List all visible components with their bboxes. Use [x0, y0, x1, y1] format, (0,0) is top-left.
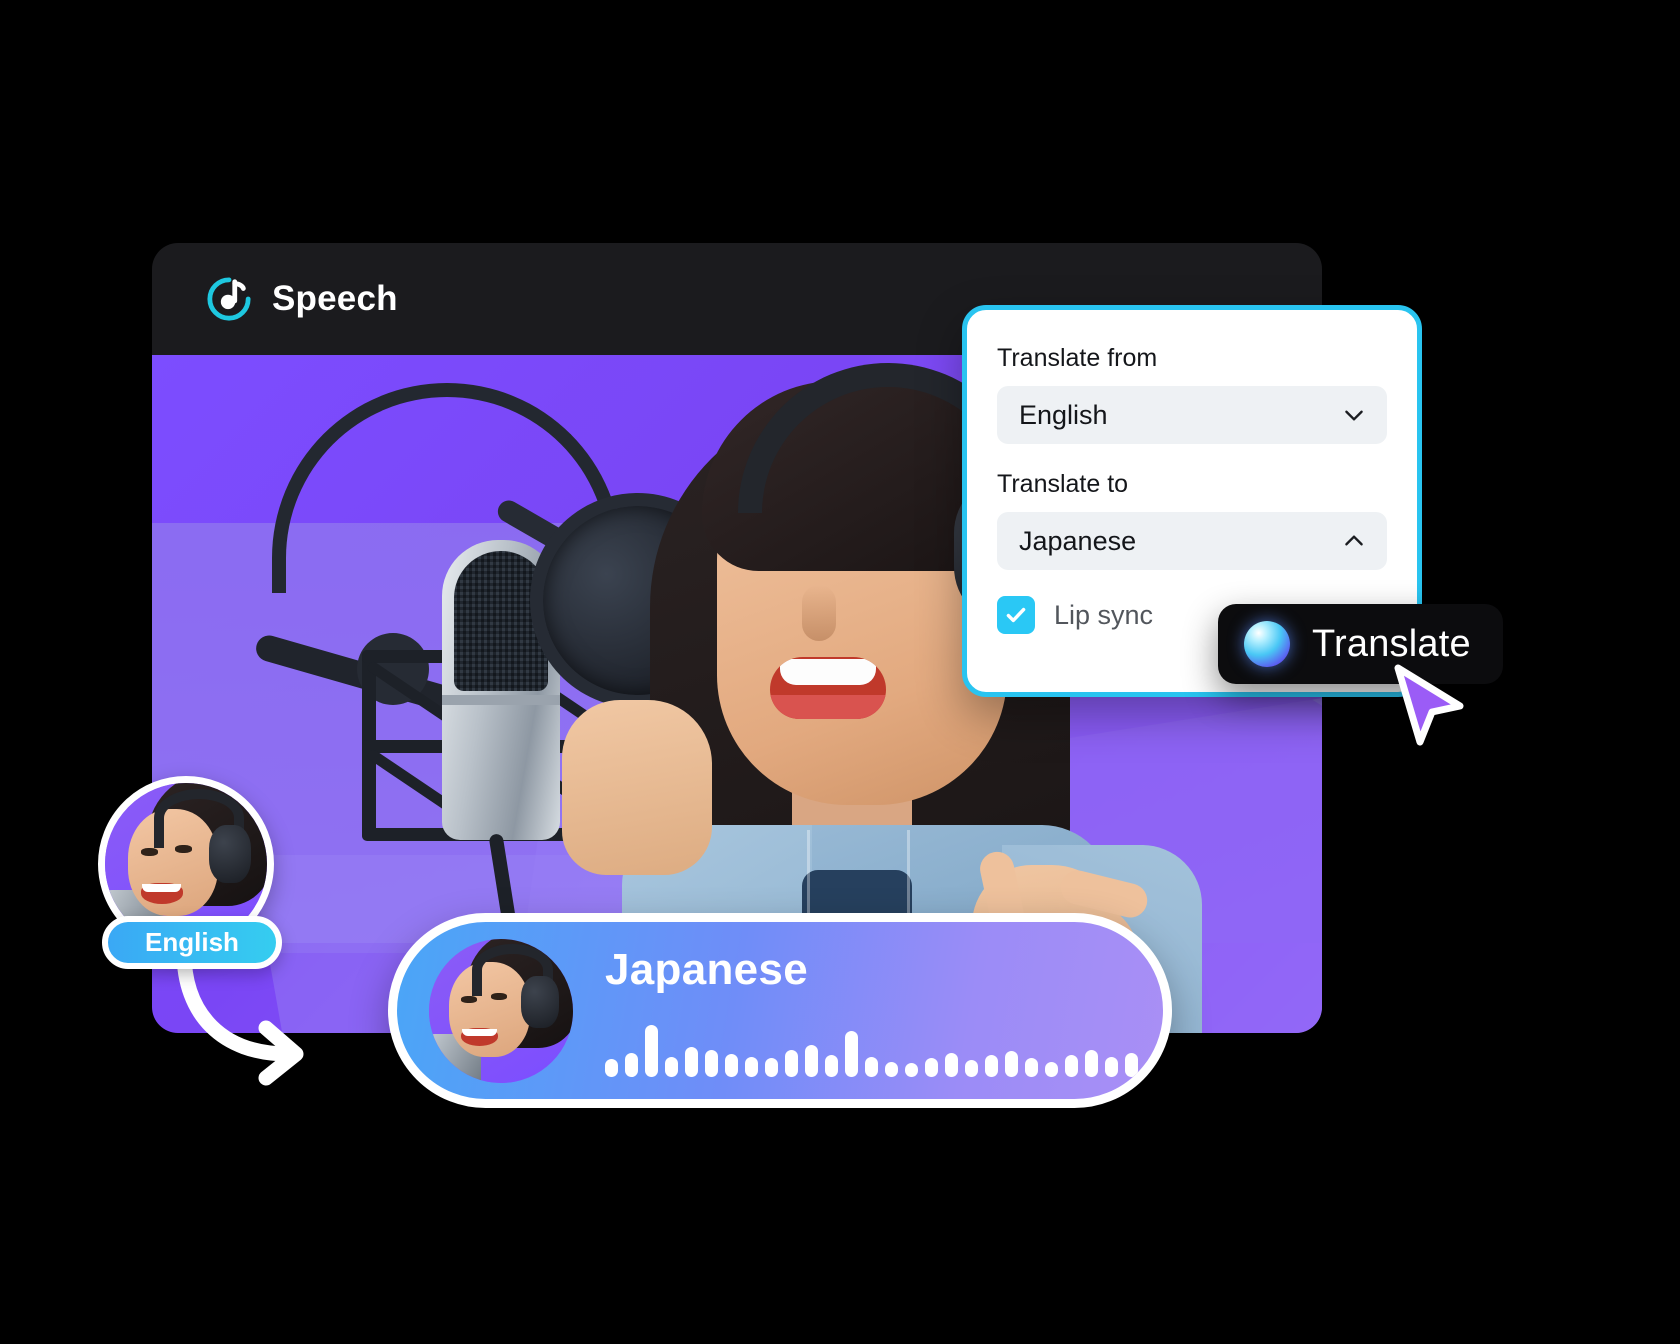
waveform-bar — [725, 1053, 738, 1077]
lip-sync-checkbox[interactable] — [997, 596, 1035, 634]
waveform-bar — [1105, 1056, 1118, 1077]
waveform-bar — [685, 1046, 698, 1077]
waveform-bar — [985, 1054, 998, 1077]
translated-audio-player[interactable]: Japanese — [388, 913, 1172, 1108]
translate-from-select[interactable]: English — [997, 386, 1387, 444]
audio-waveform-icon[interactable] — [605, 1005, 1172, 1077]
player-avatar — [429, 938, 573, 1083]
waveform-bar — [865, 1056, 878, 1077]
player-language-title: Japanese — [605, 944, 808, 994]
chevron-up-icon[interactable] — [1341, 528, 1367, 554]
waveform-bar — [645, 1024, 658, 1077]
waveform-bar — [785, 1049, 798, 1077]
waveform-bar — [825, 1054, 838, 1077]
ai-orb-icon — [1244, 621, 1290, 667]
waveform-bar — [945, 1052, 958, 1077]
waveform-bar — [1125, 1052, 1138, 1077]
waveform-bar — [625, 1052, 638, 1077]
source-language-label: English — [145, 927, 239, 957]
waveform-bar — [1025, 1057, 1038, 1077]
waveform-bar — [1165, 1051, 1172, 1077]
waveform-bar — [605, 1058, 618, 1077]
waveform-bar — [805, 1044, 818, 1077]
waveform-bar — [925, 1057, 938, 1077]
source-language-badge[interactable]: English — [102, 916, 282, 969]
translate-button-label: Translate — [1312, 622, 1471, 665]
waveform-bar — [765, 1057, 778, 1077]
lip-sync-label: Lip sync — [1054, 599, 1154, 630]
waveform-bar — [1005, 1050, 1018, 1077]
translate-to-select[interactable]: Japanese — [997, 512, 1387, 570]
translate-from-value: English — [1019, 399, 1108, 430]
translate-to-label: Translate to — [997, 470, 1129, 498]
app-brand-name: Speech — [272, 279, 398, 318]
waveform-bar — [845, 1030, 858, 1077]
waveform-bar — [1145, 1059, 1158, 1077]
curved-arrow-icon — [176, 950, 304, 1086]
translate-from-label: Translate from — [997, 344, 1158, 372]
waveform-bar — [1065, 1054, 1078, 1077]
waveform-bar — [665, 1056, 678, 1077]
waveform-bar — [965, 1059, 978, 1077]
check-icon — [1006, 607, 1026, 623]
mouse-pointer-icon — [1394, 664, 1464, 746]
speech-note-logo-icon — [207, 277, 251, 321]
translate-to-value: Japanese — [1019, 525, 1137, 556]
waveform-bar — [745, 1056, 758, 1077]
chevron-down-icon[interactable] — [1341, 402, 1367, 428]
waveform-bar — [705, 1049, 718, 1077]
player-content: Japanese — [573, 922, 1172, 1099]
waveform-bar — [1045, 1061, 1058, 1077]
waveform-bar — [885, 1061, 898, 1077]
avatar — [429, 938, 573, 1083]
waveform-bar — [905, 1062, 918, 1077]
waveform-bar — [1085, 1049, 1098, 1077]
screenshot-root: Speech Translate from English Translate … — [0, 0, 1680, 1344]
